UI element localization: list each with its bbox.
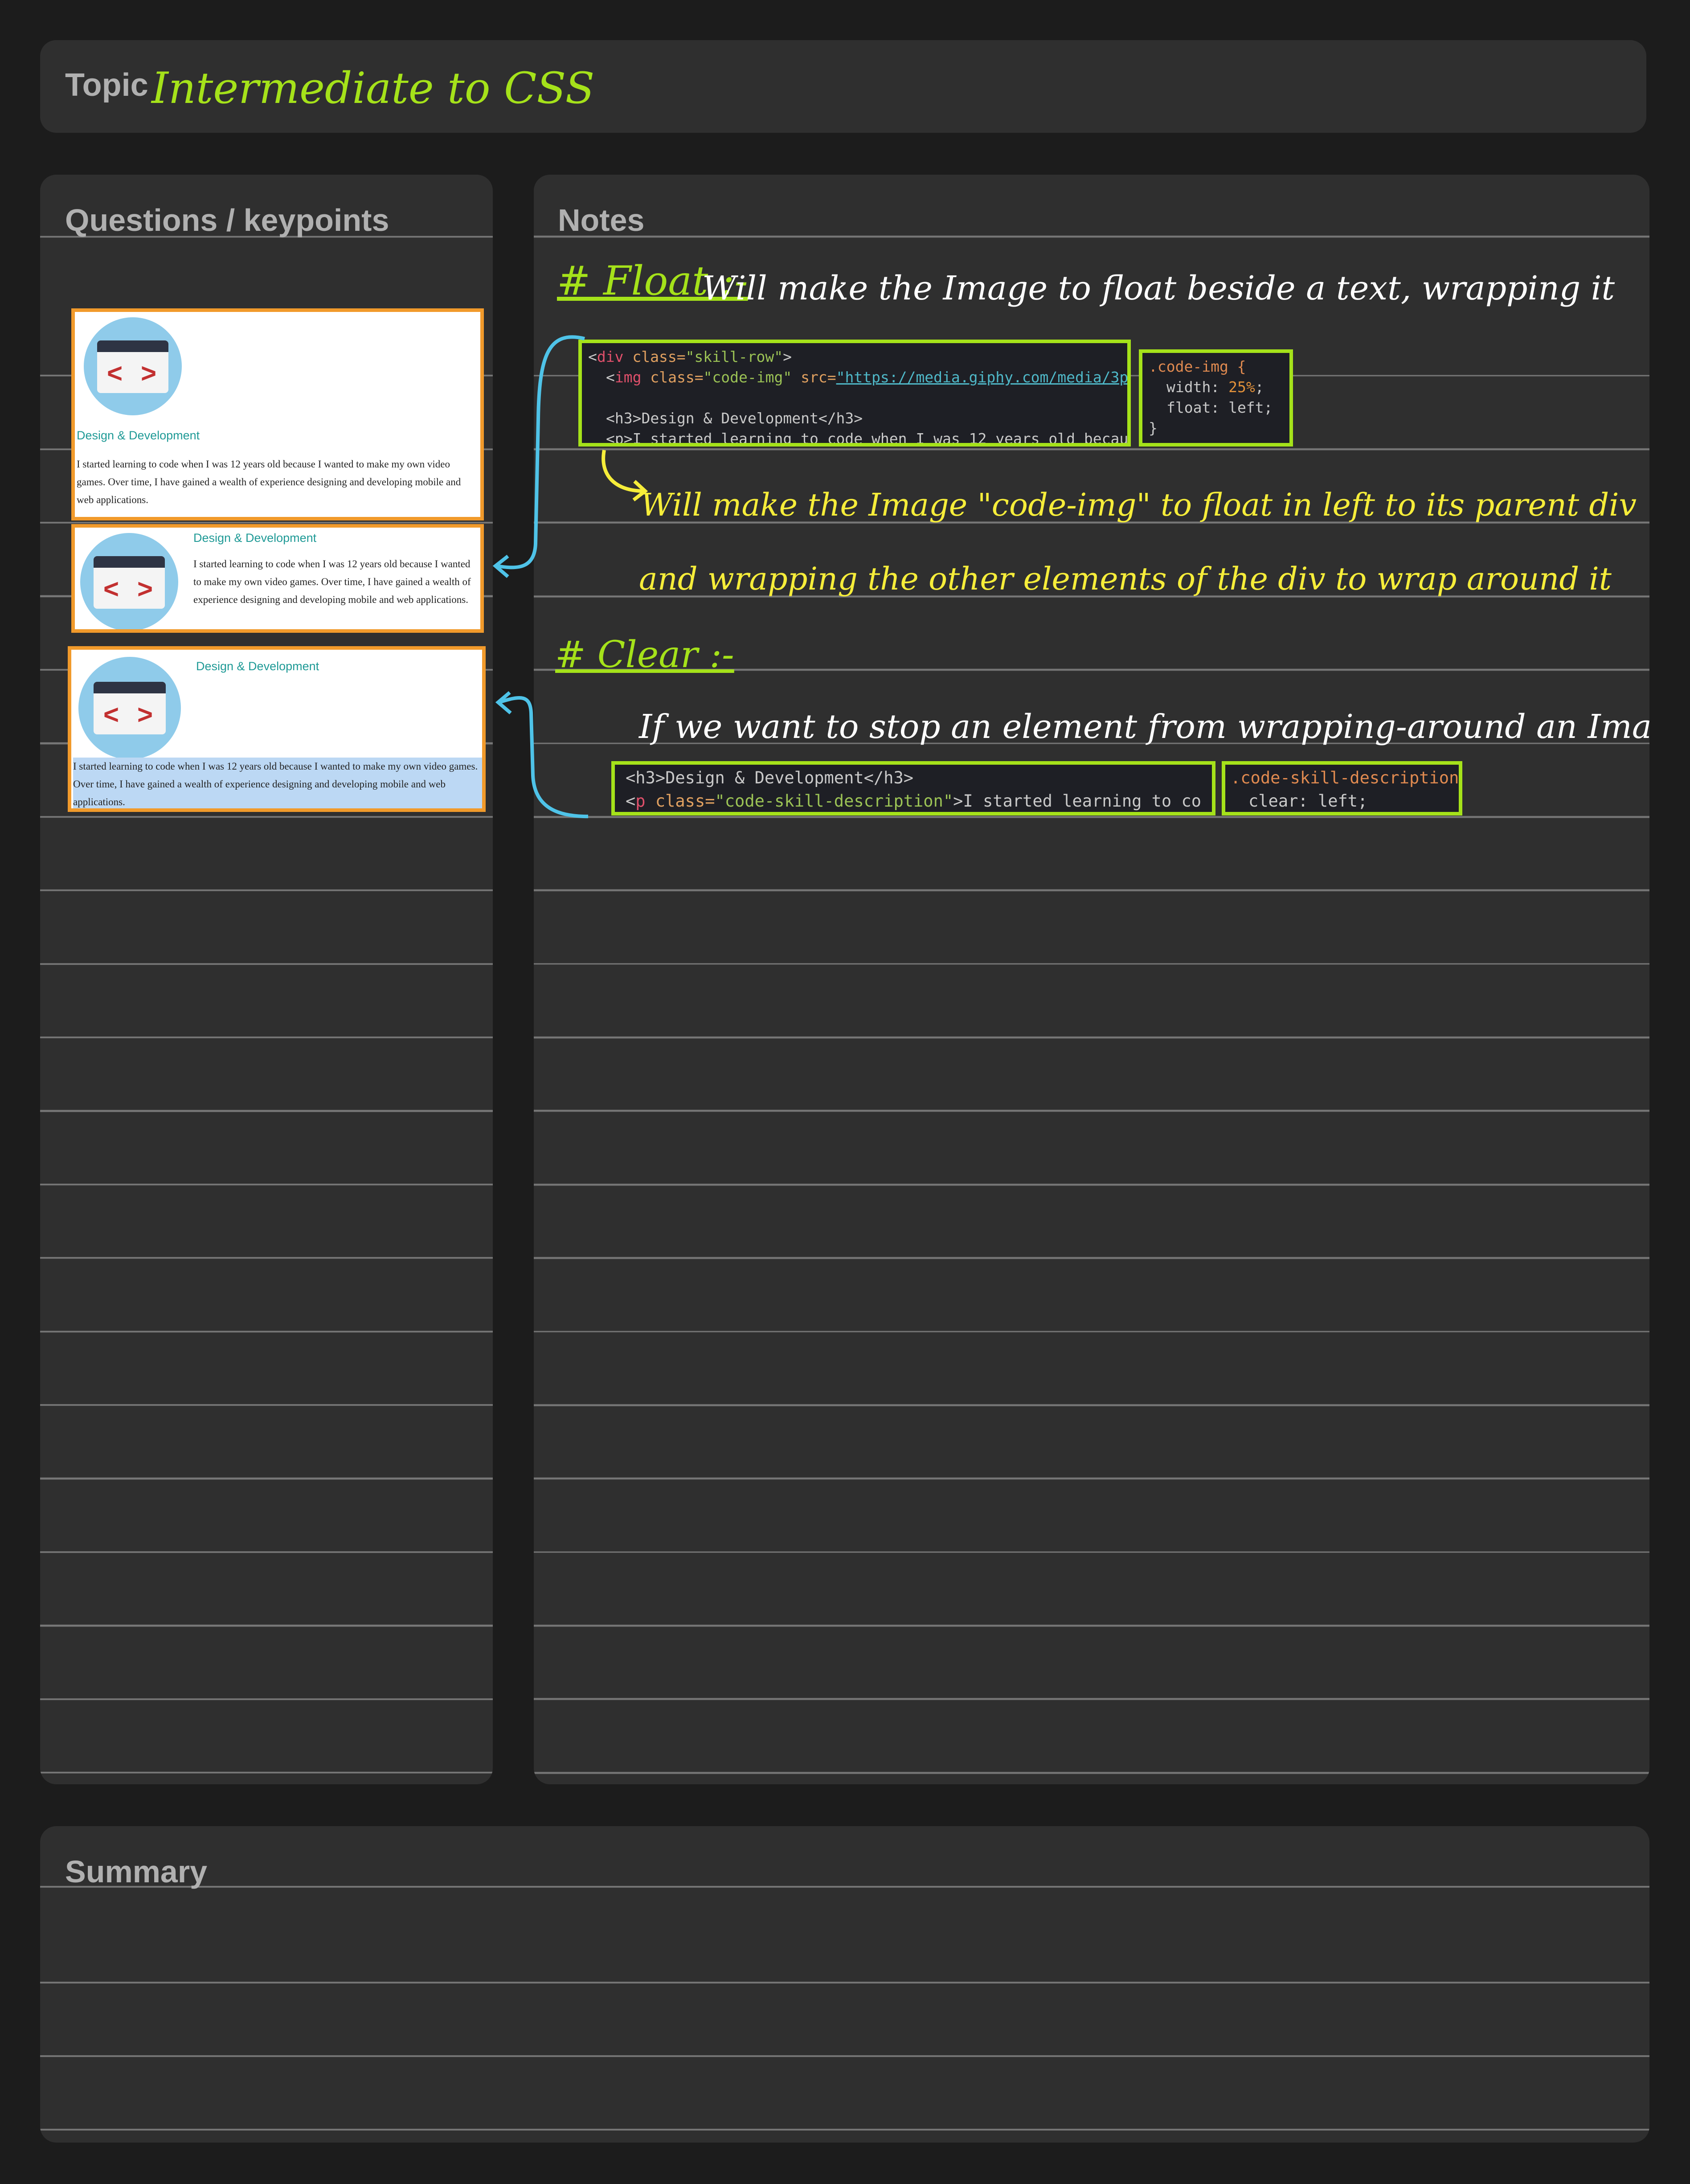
- float-html-code: <div class="skill-row"> <img class="code…: [578, 340, 1131, 447]
- float-css-code: .code-img { width: 25%; float: left; }: [1139, 349, 1293, 447]
- notes-title: Notes: [558, 203, 645, 238]
- thumbnail-text-highlighted: I started learning to code when I was 12…: [73, 758, 482, 808]
- clear-description: If we want to stop an element from wrapp…: [639, 708, 1649, 746]
- yellow-arrow-icon: [602, 450, 648, 502]
- clear-html-code: <h3>Design & Development</h3> <p class="…: [611, 761, 1215, 815]
- topic-bar: Topic Intermediate to CSS: [40, 40, 1646, 133]
- summary-title: Summary: [65, 1854, 208, 1889]
- code-illustration-icon: < >: [78, 657, 181, 759]
- thumbnail-heading: Design & Development: [193, 531, 317, 545]
- questions-title: Questions / keypoints: [65, 203, 389, 238]
- notes-panel: Notes # Float :- Will make the Image to …: [534, 175, 1649, 1784]
- thumbnail-text: I started learning to code when I was 12…: [77, 459, 461, 505]
- summary-panel: Summary: [40, 1826, 1649, 2143]
- code-illustration-icon: < >: [84, 317, 182, 415]
- float-description: Will make the Image to float beside a te…: [702, 269, 1615, 307]
- screenshot-thumbnail-1[interactable]: < > Design & Development I started learn…: [71, 308, 484, 520]
- thumbnail-text: I started learning to code when I was 12…: [193, 558, 471, 605]
- blue-connector-arrow-icon: [492, 335, 588, 819]
- clear-css-code: .code-skill-description { clear: left;: [1222, 761, 1462, 815]
- code-illustration-icon: < >: [80, 533, 178, 629]
- questions-panel: Questions / keypoints < > Design & Devel…: [40, 175, 493, 1784]
- float-explanation-line-1: Will make the Image "code-img" to float …: [641, 487, 1637, 523]
- topic-label: Topic: [65, 67, 148, 103]
- screenshot-thumbnail-3[interactable]: < > Design & Development I started learn…: [68, 646, 486, 812]
- float-explanation-line-2: and wrapping the other elements of the d…: [639, 561, 1612, 597]
- thumbnail-heading: Design & Development: [77, 429, 200, 442]
- thumbnail-heading: Design & Development: [196, 660, 319, 673]
- screenshot-thumbnail-2[interactable]: < > Design & Development I started learn…: [71, 524, 484, 633]
- topic-value[interactable]: Intermediate to CSS: [151, 63, 594, 113]
